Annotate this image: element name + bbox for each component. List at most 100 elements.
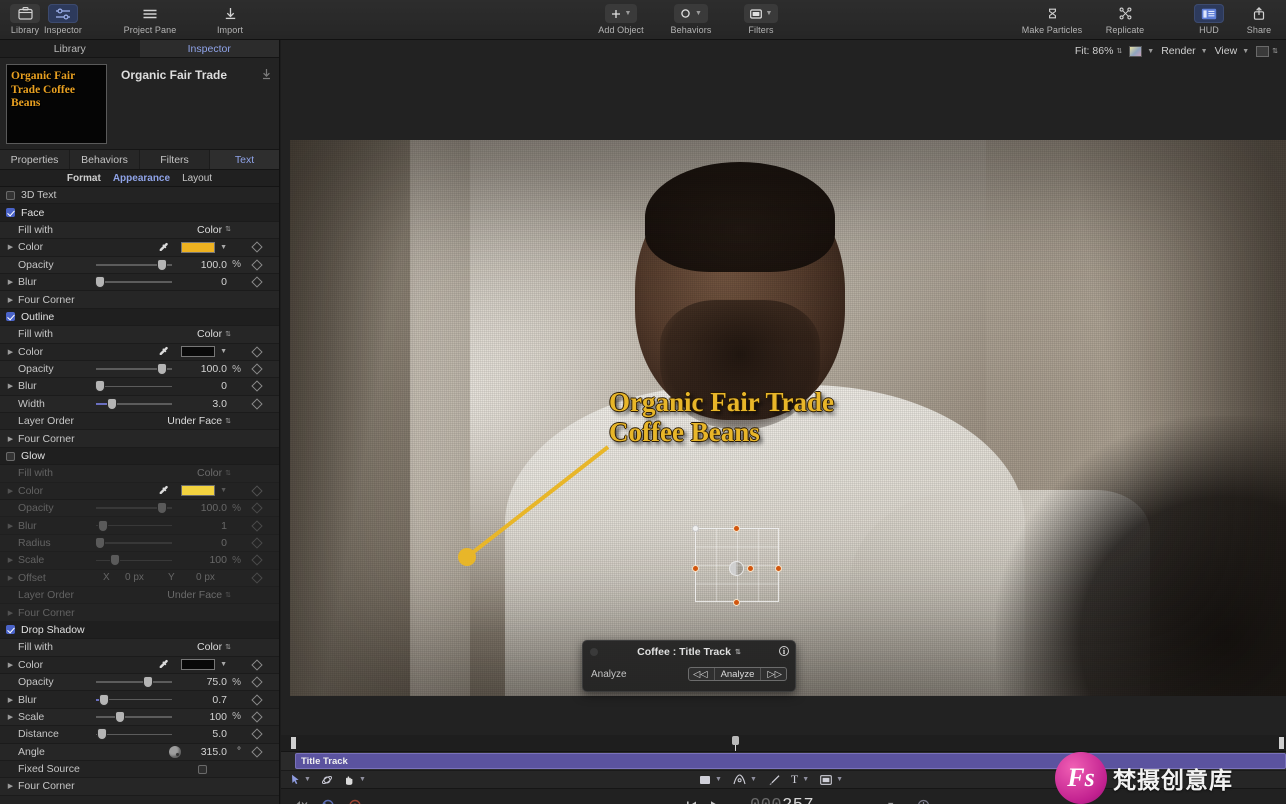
row-face-four-corner[interactable]: ▶ Four Corner [0, 291, 279, 309]
timecode-display[interactable]: 000257 [750, 796, 814, 804]
text-tool-button[interactable]: T ▼ [791, 772, 809, 787]
slider-shadow-opacity[interactable] [96, 677, 172, 688]
anchor-point-handle[interactable] [729, 561, 744, 576]
hud-icon[interactable] [1194, 4, 1224, 23]
disclosure-outline-color[interactable]: ▶ [6, 348, 15, 356]
toolbar-behaviors-button[interactable]: ▼ Behaviors [663, 0, 719, 35]
transform-widget[interactable] [685, 520, 785, 610]
row-face-fill-with[interactable]: ▶Fill with Color⇅ [0, 221, 279, 240]
chevron-down-icon[interactable]: ▼ [715, 776, 722, 783]
row-shadow-fixed-source[interactable]: ▶Fixed Source [0, 761, 279, 779]
value-outline-opacity[interactable]: 100.0 [181, 363, 227, 375]
swatch-face-color[interactable] [181, 241, 215, 253]
zoom-level-control[interactable]: Fit: 86% ⇅ [1075, 45, 1122, 57]
section-header-outline[interactable]: Outline [0, 308, 279, 327]
hud-panel[interactable]: Coffee : Title Track ⇅ i Analyze ◁◁ Anal… [582, 640, 796, 692]
brush-tool-button[interactable] [768, 774, 780, 786]
library-icon[interactable] [10, 4, 40, 23]
section-header-glow[interactable]: Glow [0, 447, 279, 466]
view-menu[interactable]: View ▼ [1215, 45, 1250, 57]
segment-inspector[interactable]: Inspector [139, 40, 279, 57]
hud-analyze-button[interactable]: ◁◁ Analyze ▷▷ [687, 667, 787, 681]
canvas-stage[interactable]: Organic Fair Trade Coffee Beans Coffee:… [281, 62, 1286, 735]
timeline-track-row[interactable]: Title Track [281, 752, 1286, 770]
value-outline-width[interactable]: 3.0 [181, 398, 227, 410]
keyframe-outline-width[interactable] [251, 398, 263, 410]
tab-properties[interactable]: Properties [0, 150, 70, 169]
toolbar-import-button[interactable]: Import [202, 0, 258, 35]
orbit-tool-button[interactable] [321, 774, 333, 786]
handle-top-left[interactable] [692, 525, 699, 532]
row-face-opacity[interactable]: ▶Opacity 100.0 % [0, 256, 279, 274]
checkbox-drop-shadow[interactable] [6, 625, 15, 635]
popup-face-fill-with[interactable]: Color ⇅ [197, 224, 231, 236]
mask-tool-button[interactable]: ▼ [733, 774, 757, 785]
go-to-start-button[interactable] [686, 800, 697, 804]
toolbar-project-pane-button[interactable]: Project Pane [122, 0, 178, 35]
keyframe-shadow-opacity[interactable] [251, 676, 263, 688]
disclosure-shadow-four-corner[interactable]: ▶ [6, 782, 15, 790]
media-tool-button[interactable]: ▼ [820, 774, 843, 785]
channels-control[interactable]: ▼ [1129, 45, 1154, 57]
chevron-down-icon[interactable]: ▼ [220, 661, 227, 668]
section-header-face[interactable]: Face [0, 204, 279, 222]
tab-behaviors[interactable]: Behaviors [70, 150, 140, 169]
toolbar-add-object-button[interactable]: ▼ Add Object [593, 0, 649, 35]
in-point-marker[interactable] [291, 737, 296, 749]
value-shadow-distance[interactable]: 5.0 [181, 728, 227, 740]
slider-outline-blur[interactable] [96, 381, 172, 392]
toolbar-filters-button[interactable]: ▼ Filters [733, 0, 789, 35]
row-shadow-four-corner[interactable]: ▶ Four Corner [0, 778, 279, 796]
play-button[interactable] [709, 800, 720, 804]
row-outline-four-corner[interactable]: ▶ Four Corner [0, 430, 279, 448]
slider-shadow-scale[interactable] [96, 711, 172, 722]
behaviors-icon[interactable]: ▼ [674, 4, 708, 23]
slider-shadow-blur[interactable] [96, 694, 172, 705]
value-outline-blur[interactable]: 0 [181, 380, 227, 392]
playhead[interactable] [732, 736, 739, 751]
info-icon[interactable]: i [779, 646, 789, 656]
row-shadow-opacity[interactable]: ▶Opacity 75.0 % [0, 673, 279, 692]
import-icon[interactable] [215, 4, 245, 23]
row-face-color[interactable]: ▶ Color ▼ [0, 239, 279, 257]
slider-outline-opacity[interactable] [96, 364, 172, 375]
tab-text[interactable]: Text [210, 150, 279, 169]
keyframe-outline-opacity[interactable] [251, 363, 263, 375]
keyframe-shadow-blur[interactable] [251, 693, 263, 706]
keyframe-face-blur[interactable] [251, 276, 263, 288]
inspector-parameter-list[interactable]: 3D Text Face ▶Fill with Color⇅ ▶Color ▼ … [0, 187, 279, 800]
subtab-appearance[interactable]: Appearance [113, 173, 170, 184]
checkbox-3d-text[interactable] [6, 190, 15, 200]
replicate-icon[interactable] [1110, 4, 1140, 23]
slider-shadow-distance[interactable] [96, 729, 172, 740]
render-menu[interactable]: Render ▼ [1161, 45, 1207, 57]
keyframe-shadow-angle[interactable] [251, 746, 263, 758]
row-face-blur[interactable]: ▶ Blur 0 [0, 274, 279, 292]
hud-close-icon[interactable] [590, 648, 598, 656]
handle-center-right-inner[interactable] [747, 565, 754, 572]
disclosure-shadow-color[interactable]: ▶ [6, 661, 15, 669]
disclosure-face-color[interactable]: ▶ [6, 243, 15, 251]
project-pane-icon[interactable] [135, 4, 165, 23]
subtab-format[interactable]: Format [67, 173, 101, 184]
dial-shadow-angle[interactable] [169, 745, 181, 758]
value-shadow-blur[interactable]: 0.7 [181, 694, 227, 706]
row-outline-width[interactable]: ▶Width 3.0 [0, 395, 279, 414]
chevron-down-icon[interactable]: ▼ [220, 244, 227, 251]
value-face-blur[interactable]: 0 [181, 276, 227, 288]
stepper-icon[interactable]: ⇅ [735, 649, 741, 656]
select-tool-button[interactable]: ▼ [291, 774, 311, 785]
handle-middle-right[interactable] [775, 565, 782, 572]
row-shadow-color[interactable]: ▶ Color ▼ [0, 657, 279, 674]
text-icon[interactable]: T [791, 772, 798, 787]
hud-title[interactable]: Coffee : Title Track ⇅ [583, 641, 795, 663]
toolbar-share-button[interactable]: Share [1240, 0, 1278, 35]
keyframe-record-icon[interactable] [262, 68, 271, 81]
popup-outline-layer-order[interactable]: Under Face ⇅ [167, 415, 231, 427]
disclosure-shadow-blur[interactable]: ▶ [6, 696, 15, 704]
handle-bottom-center[interactable] [733, 599, 740, 606]
value-face-opacity[interactable]: 100.0 [181, 259, 227, 271]
swatch-outline-color[interactable] [181, 346, 215, 358]
shape-tool-button[interactable]: ▼ [699, 775, 722, 785]
make-particles-icon[interactable] [1037, 4, 1067, 23]
